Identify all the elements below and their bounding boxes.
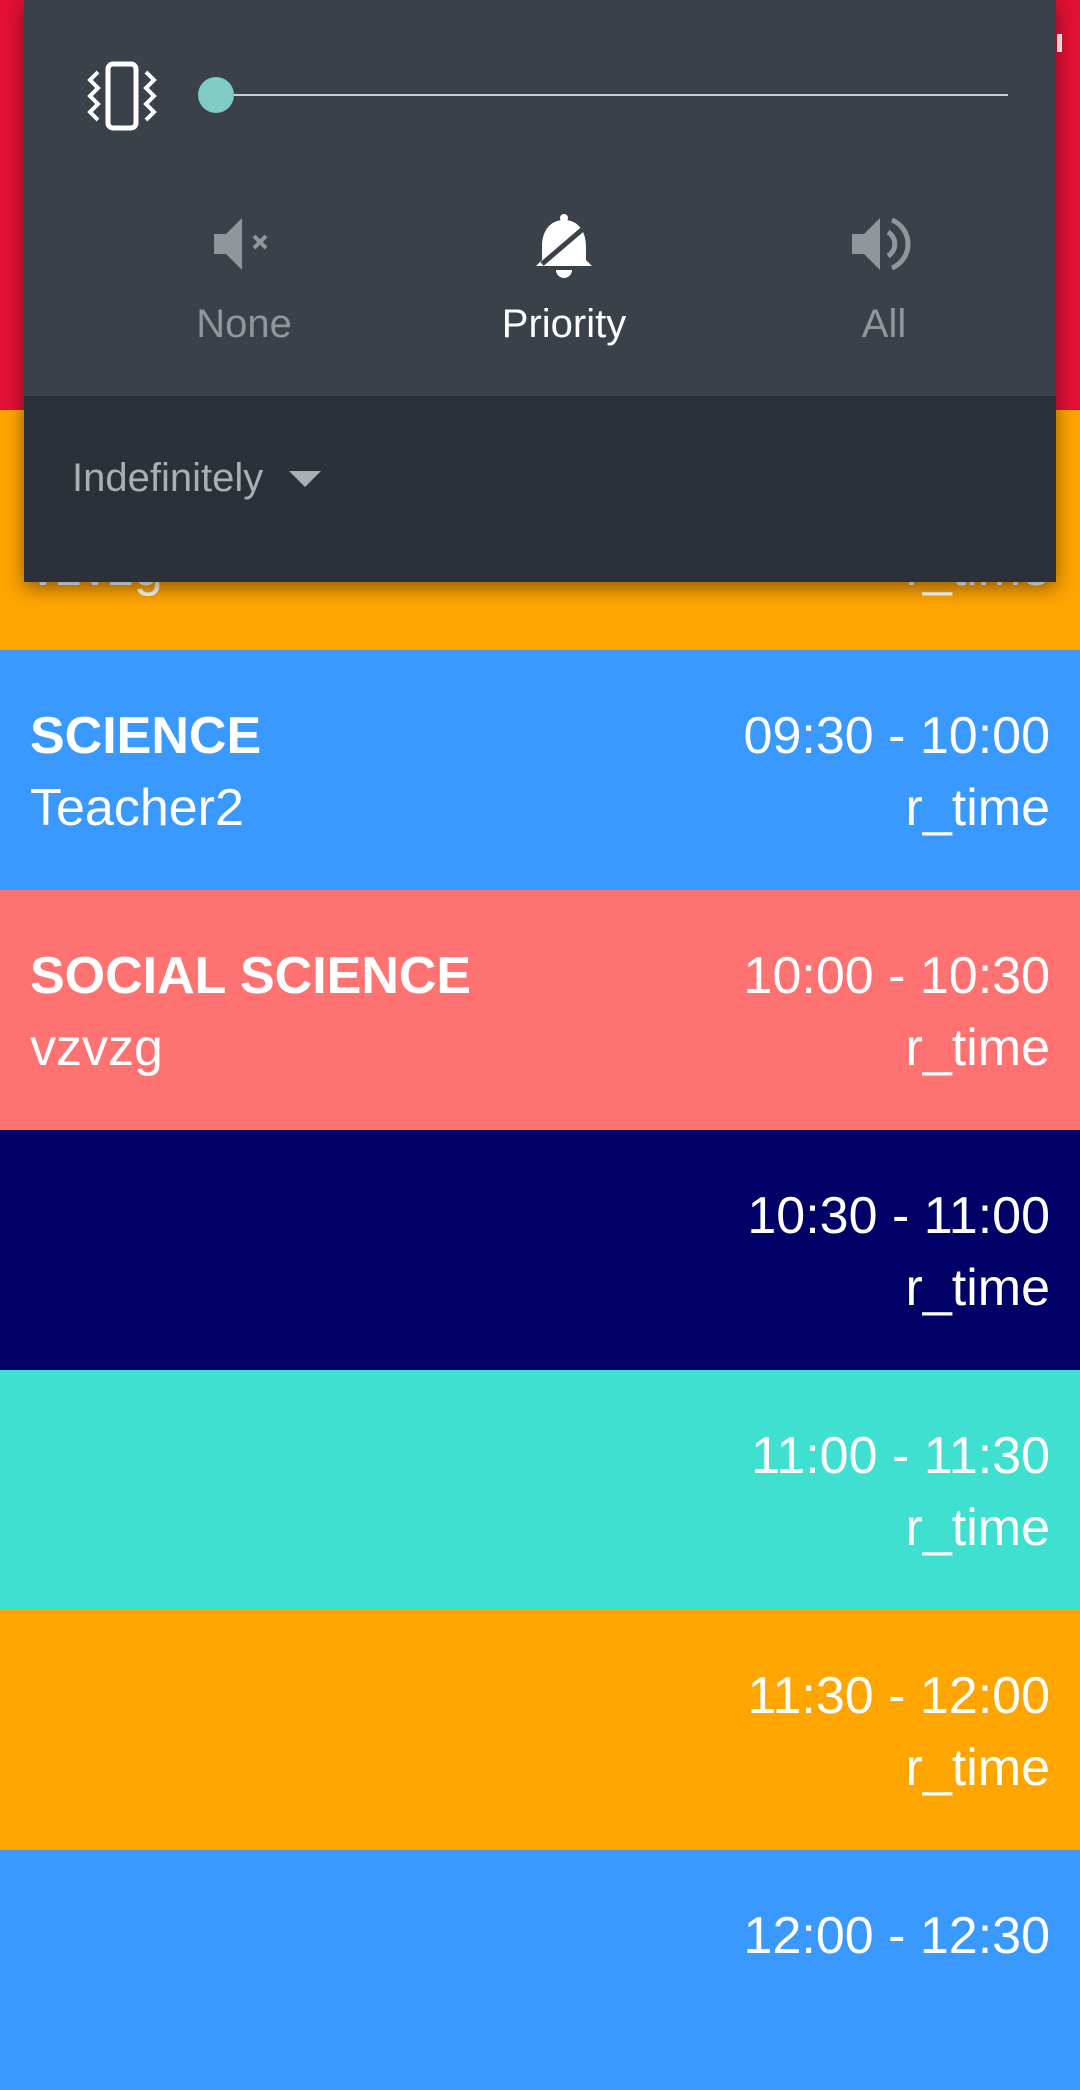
mode-priority-label: Priority	[501, 302, 627, 346]
row-rtime: r_time	[905, 1019, 1050, 1077]
timetable-list[interactable]: vzvzg r_time SCIENCE Teacher2 09:30 - 10…	[0, 410, 1080, 2090]
row-subject: SOCIAL SCIENCE	[30, 947, 472, 1005]
mode-all-button[interactable]: All	[764, 206, 1004, 347]
row-time: 12:00 - 12:30	[743, 1907, 1050, 1965]
status-indicator	[1057, 34, 1062, 52]
table-row[interactable]: 11:00 - 11:30 r_time	[0, 1370, 1080, 1610]
mode-none-button[interactable]: None	[124, 206, 364, 347]
row-time: 10:30 - 11:00	[747, 1187, 1050, 1245]
volume-panel-top: None Priority All	[24, 0, 1056, 396]
row-time: 11:00 - 11:30	[751, 1427, 1050, 1485]
priority-bell-icon	[536, 214, 592, 278]
duration-dropdown[interactable]: Indefinitely	[72, 456, 322, 501]
duration-label: Indefinitely	[72, 456, 264, 500]
mode-none-label: None	[196, 302, 292, 346]
vibrate-icon[interactable]	[84, 58, 160, 134]
table-row[interactable]: SOCIAL SCIENCE vzvzg 10:00 - 10:30 r_tim…	[0, 890, 1080, 1130]
row-rtime: r_time	[905, 779, 1050, 837]
mode-all-label: All	[861, 302, 907, 346]
volume-panel-bottom: Indefinitely	[24, 396, 1056, 582]
mode-priority-button[interactable]: Priority	[444, 206, 684, 347]
row-rtime: r_time	[905, 1739, 1050, 1797]
row-teacher: vzvzg	[30, 1019, 163, 1077]
row-time: 10:00 - 10:30	[743, 947, 1050, 1005]
table-row[interactable]: 12:00 - 12:30	[0, 1850, 1080, 2090]
volume-off-icon	[214, 218, 268, 270]
row-time: 09:30 - 10:00	[743, 707, 1050, 765]
row-teacher: Teacher2	[30, 779, 244, 837]
volume-up-icon	[852, 217, 911, 271]
table-row[interactable]: 11:30 - 12:00 r_time	[0, 1610, 1080, 1850]
volume-dnd-panel: None Priority All Indefinitely	[24, 0, 1056, 582]
volume-slider-track[interactable]	[216, 94, 1008, 96]
row-time: 11:30 - 12:00	[747, 1667, 1050, 1725]
table-row[interactable]: 10:30 - 11:00 r_time	[0, 1130, 1080, 1370]
volume-slider-thumb[interactable]	[198, 77, 234, 113]
row-rtime: r_time	[905, 1259, 1050, 1317]
dropdown-caret-icon	[289, 470, 322, 487]
row-subject: SCIENCE	[30, 707, 262, 765]
row-rtime: r_time	[905, 1499, 1050, 1557]
table-row[interactable]: SCIENCE Teacher2 09:30 - 10:00 r_time	[0, 650, 1080, 890]
